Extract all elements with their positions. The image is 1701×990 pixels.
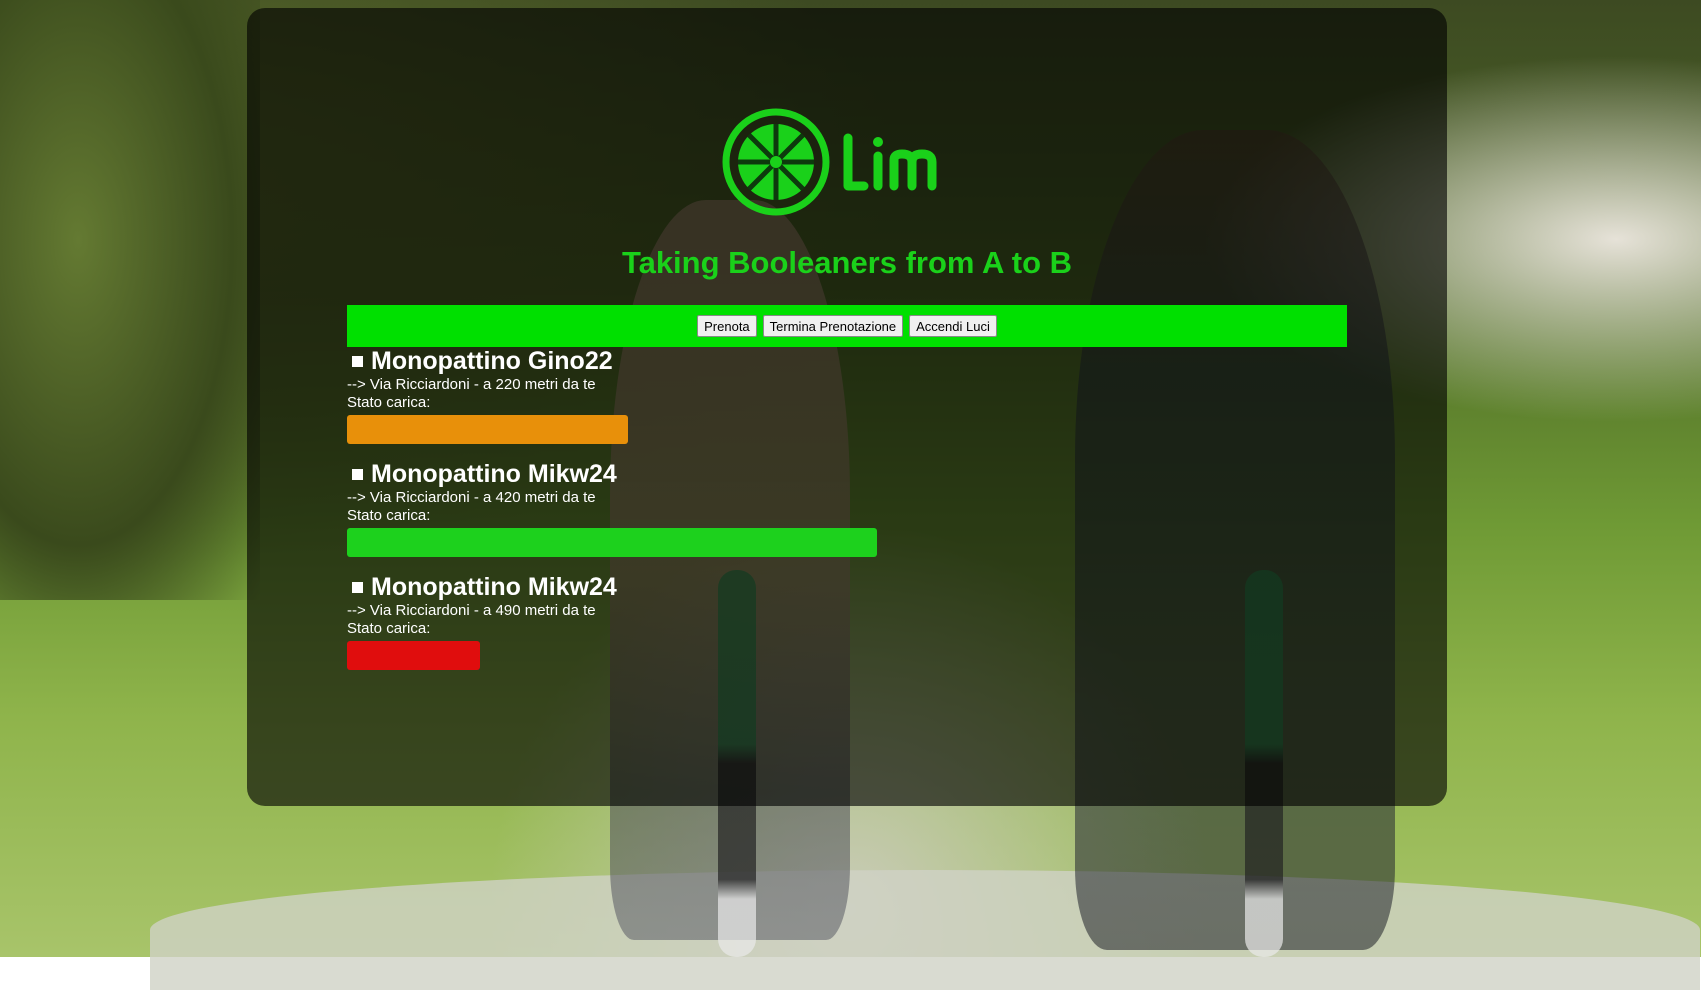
square-bullet-icon — [352, 581, 363, 593]
battery-label: Stato carica: — [347, 620, 431, 637]
list-item[interactable]: Monopattino Mikw24 --> Via Ricciardoni -… — [347, 459, 1047, 572]
battery-fill — [347, 528, 877, 557]
battery-label: Stato carica: — [347, 394, 431, 411]
battery-fill — [347, 415, 628, 444]
scooter-name: Monopattino Gino22 — [371, 346, 613, 375]
lime-wheel-icon — [722, 108, 830, 216]
list-item[interactable]: Monopattino Mikw24 --> Via Ricciardoni -… — [347, 572, 1047, 685]
scooter-title: Monopattino Mikw24 — [347, 459, 1047, 489]
scooter-title: Monopattino Gino22 — [347, 346, 1047, 376]
battery-fill — [347, 641, 480, 670]
termina-prenotazione-button[interactable]: Termina Prenotazione — [762, 315, 904, 337]
scooter-title: Monopattino Mikw24 — [347, 572, 1047, 602]
scooter-name: Monopattino Mikw24 — [371, 459, 617, 488]
scooter-name: Monopattino Mikw24 — [371, 572, 617, 601]
lim-logo — [722, 108, 937, 216]
background-tree — [0, 0, 260, 600]
battery-bar — [347, 528, 877, 557]
battery-bar — [347, 415, 877, 444]
action-toolbar: Prenota Termina Prenotazione Accendi Luc… — [347, 305, 1347, 347]
battery-bar — [347, 641, 877, 670]
prenota-button[interactable]: Prenota — [697, 315, 757, 337]
square-bullet-icon — [352, 468, 363, 480]
scooter-location: --> Via Ricciardoni - a 420 metri da te — [347, 489, 596, 506]
list-item[interactable]: Monopattino Gino22 --> Via Ricciardoni -… — [347, 346, 1047, 459]
scooter-list: Monopattino Gino22 --> Via Ricciardoni -… — [347, 346, 1047, 685]
accendi-luci-button[interactable]: Accendi Luci — [909, 315, 997, 337]
battery-label: Stato carica: — [347, 507, 431, 524]
square-bullet-icon — [352, 355, 363, 367]
tagline: Taking Booleaners from A to B — [621, 245, 1073, 280]
background-path — [150, 870, 1700, 990]
lim-wordmark — [843, 133, 937, 191]
scooter-location: --> Via Ricciardoni - a 220 metri da te — [347, 376, 596, 393]
scooter-location: --> Via Ricciardoni - a 490 metri da te — [347, 602, 596, 619]
lim-wordmark-dot — [873, 137, 883, 147]
